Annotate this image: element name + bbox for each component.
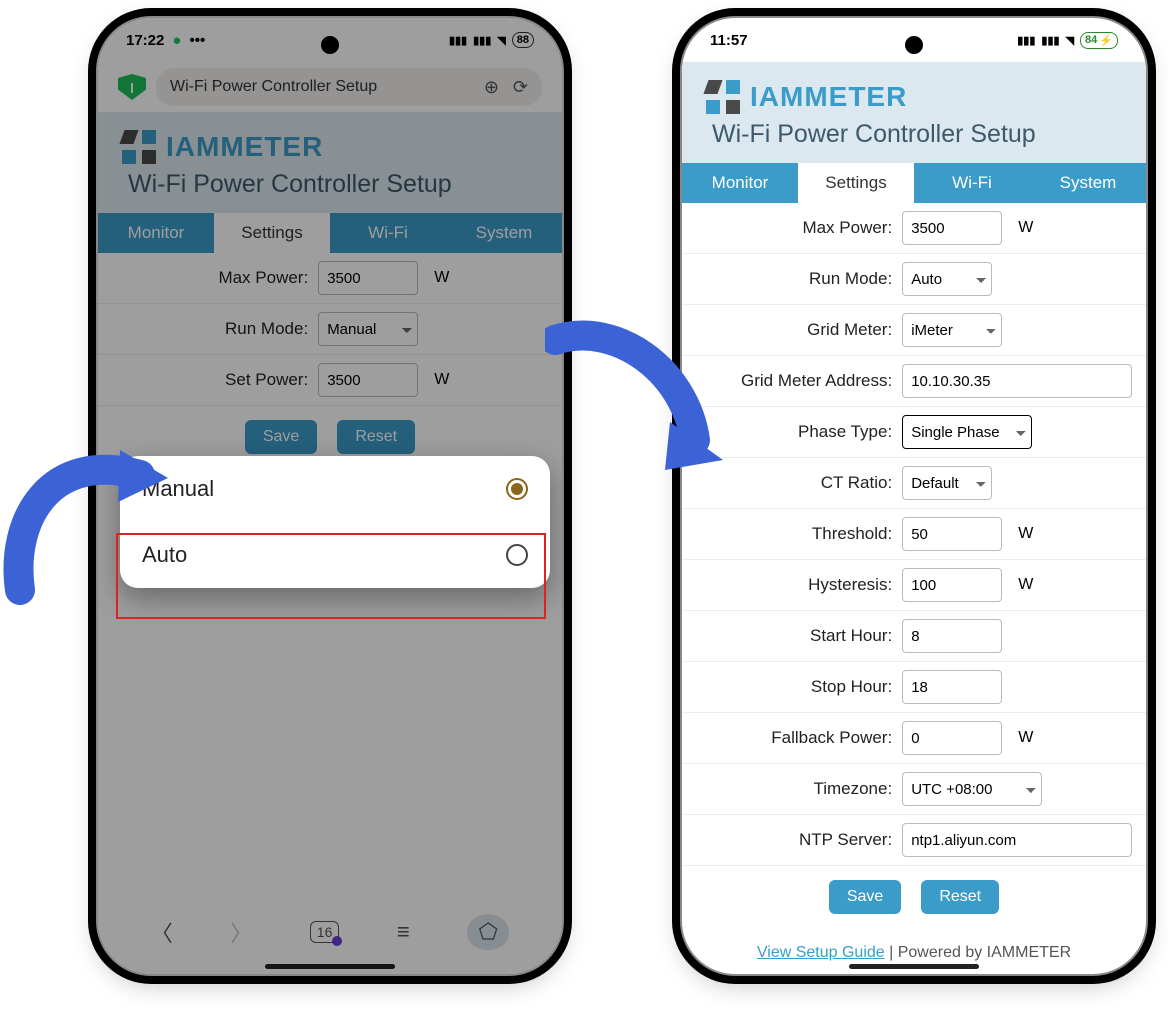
unit-w: W xyxy=(1018,219,1033,237)
timezone-select[interactable]: UTC +08:00 xyxy=(902,772,1042,806)
stop-hour-input[interactable] xyxy=(902,670,1002,704)
ntp-server-input[interactable] xyxy=(902,823,1132,857)
max-power-input[interactable] xyxy=(902,211,1002,245)
reset-button[interactable]: Reset xyxy=(921,880,999,914)
fallback-power-label: Fallback Power: xyxy=(696,728,892,748)
tab-system[interactable]: System xyxy=(1030,163,1146,203)
ntp-server-label: NTP Server: xyxy=(696,830,892,850)
radio-checked-icon xyxy=(506,478,528,500)
phase-type-label: Phase Type: xyxy=(696,422,892,442)
radio-unchecked-icon xyxy=(506,544,528,566)
fallback-power-input[interactable] xyxy=(902,721,1002,755)
max-power-label: Max Power: xyxy=(696,218,892,238)
page-header: IAMMETER Wi-Fi Power Controller Setup xyxy=(682,62,1146,163)
phone-right: 11:57 ▮▮▮ ▮▮▮ ◥ 84 ⚡ IAMMETER Wi-Fi Powe… xyxy=(680,16,1148,976)
status-time: 11:57 xyxy=(710,32,748,49)
option-auto[interactable]: Auto xyxy=(120,522,550,588)
gesture-bar xyxy=(849,964,979,969)
tab-wifi[interactable]: Wi-Fi xyxy=(914,163,1030,203)
charging-icon: ⚡ xyxy=(1099,34,1113,47)
ct-ratio-select[interactable]: Default xyxy=(902,466,992,500)
page-title: Wi-Fi Power Controller Setup xyxy=(706,120,1122,149)
start-hour-label: Start Hour: xyxy=(696,626,892,646)
grid-meter-address-input[interactable] xyxy=(902,364,1132,398)
hysteresis-input[interactable] xyxy=(902,568,1002,602)
ct-ratio-label: CT Ratio: xyxy=(696,473,892,493)
threshold-input[interactable] xyxy=(902,517,1002,551)
unit-w: W xyxy=(1018,525,1033,543)
start-hour-input[interactable] xyxy=(902,619,1002,653)
brand-name: IAMMETER xyxy=(750,81,907,113)
run-mode-select[interactable]: Auto xyxy=(902,262,992,296)
save-button[interactable]: Save xyxy=(829,880,901,914)
battery-indicator: 84 ⚡ xyxy=(1080,32,1118,49)
settings-form: Max Power: W Run Mode: Auto Grid Meter: … xyxy=(682,203,1146,968)
tab-monitor[interactable]: Monitor xyxy=(682,163,798,203)
view-setup-guide-link[interactable]: View Setup Guide xyxy=(757,944,885,961)
timezone-label: Timezone: xyxy=(696,779,892,799)
unit-w: W xyxy=(1018,729,1033,747)
brand-logo-icon xyxy=(706,80,740,114)
tab-bar: Monitor Settings Wi-Fi System xyxy=(682,163,1146,203)
grid-meter-label: Grid Meter: xyxy=(696,320,892,340)
unit-w: W xyxy=(1018,576,1033,594)
grid-meter-select[interactable]: iMeter xyxy=(902,313,1002,347)
footer: View Setup Guide | Powered by IAMMETER xyxy=(682,928,1146,968)
arrow-icon xyxy=(545,310,725,480)
front-camera-icon xyxy=(321,36,339,54)
front-camera-icon xyxy=(905,36,923,54)
threshold-label: Threshold: xyxy=(696,524,892,544)
signal-icon: ▮▮▮ xyxy=(1041,34,1059,47)
powered-by-text: Powered by IAMMETER xyxy=(898,944,1071,961)
tab-settings[interactable]: Settings xyxy=(798,163,914,203)
signal-icon: ▮▮▮ xyxy=(1017,34,1035,47)
hysteresis-label: Hysteresis: xyxy=(696,575,892,595)
stop-hour-label: Stop Hour: xyxy=(696,677,892,697)
grid-meter-address-label: Grid Meter Address: xyxy=(696,371,892,391)
run-mode-sheet: Manual Auto xyxy=(120,456,550,588)
wifi-icon: ◥ xyxy=(1066,34,1074,47)
arrow-icon xyxy=(0,420,170,610)
run-mode-label: Run Mode: xyxy=(696,269,892,289)
phase-type-select[interactable]: Single Phase xyxy=(902,415,1032,449)
option-manual[interactable]: Manual xyxy=(120,456,550,522)
